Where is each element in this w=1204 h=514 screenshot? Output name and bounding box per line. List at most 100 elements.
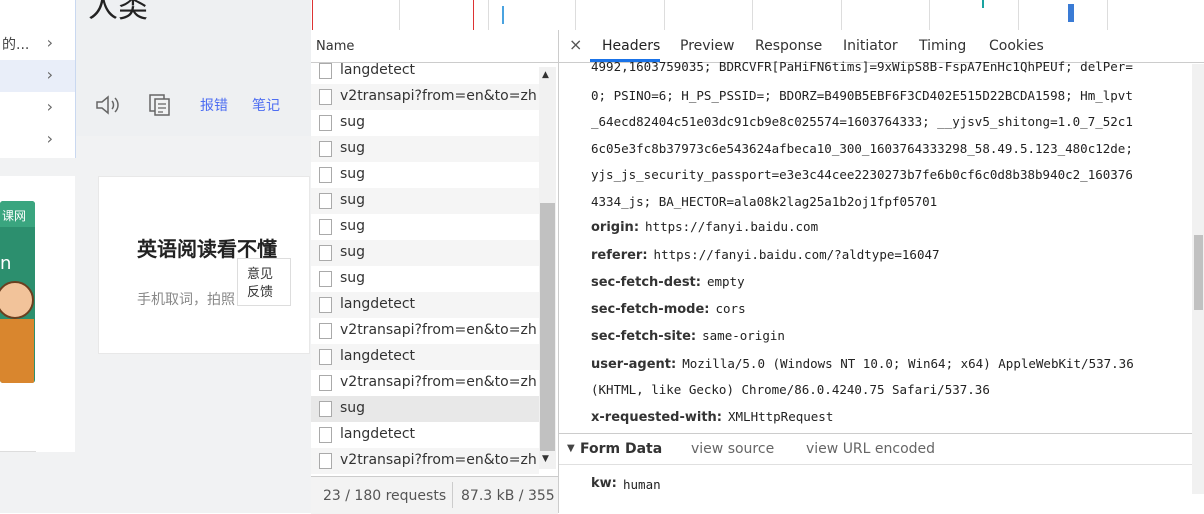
request-name: sug bbox=[340, 166, 366, 182]
request-row[interactable]: sug bbox=[311, 136, 539, 162]
translated-word: 人类 bbox=[88, 0, 148, 25]
form-data-title: Form Data bbox=[580, 441, 663, 457]
scroll-up-icon[interactable]: ▲ bbox=[542, 70, 549, 80]
scrollbar-thumb[interactable] bbox=[540, 203, 555, 451]
close-icon[interactable]: × bbox=[569, 35, 582, 54]
request-name: sug bbox=[340, 114, 366, 130]
request-row[interactable]: langdetect bbox=[311, 292, 539, 318]
cookie-value-line: 0; PSINO=6; H_PS_PSSID=; BDORZ=B490B5EBF… bbox=[591, 87, 1133, 103]
header-row: user-agent: Mozilla/5.0 (Windows NT 10.0;… bbox=[591, 353, 1134, 372]
tab-response[interactable]: Response bbox=[755, 38, 822, 54]
network-status-bar: 23 / 180 requests 87.3 kB / 355 k bbox=[311, 476, 567, 514]
request-row[interactable]: langdetect bbox=[311, 344, 539, 370]
document-icon bbox=[319, 167, 332, 183]
request-name: v2transapi?from=en&to=zh bbox=[340, 322, 537, 338]
request-name: v2transapi?from=en&to=zh bbox=[340, 452, 537, 468]
header-value: cors bbox=[715, 301, 746, 316]
request-name: sug bbox=[340, 140, 366, 156]
request-name: sug bbox=[340, 270, 366, 286]
document-icon bbox=[319, 115, 332, 131]
cartoon-face-icon bbox=[0, 281, 34, 319]
request-name: sug bbox=[340, 218, 366, 234]
request-count: 23 / 180 requests bbox=[323, 488, 447, 504]
form-data-row: kw: human bbox=[559, 464, 1204, 501]
document-icon bbox=[319, 427, 332, 443]
request-row[interactable]: langdetect bbox=[311, 58, 539, 84]
suggestion-text: 的... bbox=[2, 37, 30, 53]
document-icon bbox=[319, 297, 332, 313]
notes-link[interactable]: 笔记 bbox=[252, 95, 280, 115]
request-row[interactable]: sug bbox=[311, 110, 539, 136]
document-icon bbox=[319, 323, 332, 339]
cartoon-body bbox=[0, 319, 34, 383]
view-url-encoded-link[interactable]: view URL encoded bbox=[806, 441, 935, 457]
document-icon bbox=[319, 89, 332, 105]
request-name: langdetect bbox=[340, 62, 416, 78]
speaker-icon[interactable] bbox=[95, 94, 121, 120]
request-row[interactable]: sug bbox=[311, 396, 539, 422]
request-row[interactable]: sug bbox=[311, 214, 539, 240]
document-icon bbox=[319, 193, 332, 209]
request-name: langdetect bbox=[340, 348, 416, 364]
cookie-value-line: 4992,1603759035; BDRCVFR[PaHiFN6tims]=9x… bbox=[591, 59, 1133, 74]
course-ad-image[interactable]: 课网 n bbox=[0, 201, 35, 383]
header-row: (KHTML, like Gecko) Chrome/86.0.4240.75 … bbox=[591, 379, 990, 398]
request-row[interactable]: v2transapi?from=en&to=zh bbox=[311, 370, 539, 396]
document-icon bbox=[319, 271, 332, 287]
suggestion-item[interactable]: › bbox=[0, 92, 75, 124]
suggestion-item[interactable]: › bbox=[0, 60, 75, 92]
request-name: v2transapi?from=en&to=zh bbox=[340, 88, 537, 104]
tab-cookies[interactable]: Cookies bbox=[989, 38, 1044, 54]
request-name: langdetect bbox=[340, 296, 416, 312]
feedback-line1: 意见 bbox=[247, 267, 274, 282]
tab-timing[interactable]: Timing bbox=[919, 38, 966, 54]
feedback-button[interactable]: 意见 反馈 bbox=[237, 258, 291, 306]
header-row: origin: https://fanyi.baidu.com bbox=[591, 216, 818, 235]
request-name: sug bbox=[340, 244, 366, 260]
suggestion-item[interactable]: › bbox=[0, 124, 75, 156]
header-value: same-origin bbox=[702, 328, 785, 343]
copy-icon[interactable] bbox=[148, 93, 172, 121]
header-row: sec-fetch-mode: cors bbox=[591, 298, 746, 317]
header-key: sec-fetch-dest: bbox=[591, 275, 701, 290]
form-data-section-header[interactable]: ▼ Form Data view source view URL encoded bbox=[559, 433, 1204, 464]
header-row: x-requested-with: XMLHttpRequest bbox=[591, 406, 833, 425]
document-icon bbox=[319, 141, 332, 157]
request-row[interactable]: v2transapi?from=en&to=zh bbox=[311, 448, 539, 474]
header-row: sec-fetch-site: same-origin bbox=[591, 325, 785, 344]
request-row[interactable]: langdetect bbox=[311, 422, 539, 448]
request-name: sug bbox=[340, 192, 366, 208]
tab-initiator[interactable]: Initiator bbox=[843, 38, 898, 54]
document-icon bbox=[319, 245, 332, 261]
request-row[interactable]: sug bbox=[311, 266, 539, 292]
scroll-down-icon[interactable]: ▼ bbox=[542, 454, 549, 464]
request-row[interactable]: sug bbox=[311, 240, 539, 266]
document-icon bbox=[319, 401, 332, 417]
webpage-viewport: 人类 的... › › › › 报错 笔记 课网 n 英语阅读看不懂 手机取词，… bbox=[0, 0, 311, 513]
divider bbox=[452, 482, 453, 508]
report-error-link[interactable]: 报错 bbox=[200, 95, 228, 115]
header-key: sec-fetch-site: bbox=[591, 329, 697, 344]
suggestion-item[interactable]: 的... › bbox=[0, 28, 75, 60]
header-key: user-agent: bbox=[591, 357, 677, 372]
request-row[interactable]: v2transapi?from=en&to=zh bbox=[311, 318, 539, 344]
chevron-right-icon: › bbox=[46, 65, 53, 84]
detail-scrollbar-thumb[interactable] bbox=[1194, 235, 1203, 310]
header-value: Mozilla/5.0 (Windows NT 10.0; Win64; x64… bbox=[682, 356, 1134, 371]
divider bbox=[0, 451, 36, 452]
cookie-value-line: _64ecd82404c51e03dc91cb9e8c025574=160376… bbox=[591, 114, 1133, 129]
request-detail-panel: × Headers Preview Response Initiator Tim… bbox=[559, 30, 1204, 513]
tab-preview[interactable]: Preview bbox=[680, 38, 735, 54]
suggestion-dropdown: 的... › › › › bbox=[0, 0, 76, 158]
request-row[interactable]: sug bbox=[311, 162, 539, 188]
header-value: https://fanyi.baidu.com bbox=[645, 219, 819, 234]
view-source-link[interactable]: view source bbox=[691, 441, 774, 457]
chevron-right-icon: › bbox=[46, 129, 53, 148]
waterfall-overview[interactable] bbox=[311, 0, 1204, 31]
document-icon bbox=[319, 453, 332, 469]
tab-headers[interactable]: Headers bbox=[602, 38, 660, 54]
request-row[interactable]: sug bbox=[311, 188, 539, 214]
request-row[interactable]: v2transapi?from=en&to=zh bbox=[311, 84, 539, 110]
cookie-value-line: 4334_js; BA_HECTOR=ala08k2lag25a1b2oj1fp… bbox=[591, 193, 938, 209]
request-name: v2transapi?from=en&to=zh bbox=[340, 374, 537, 390]
